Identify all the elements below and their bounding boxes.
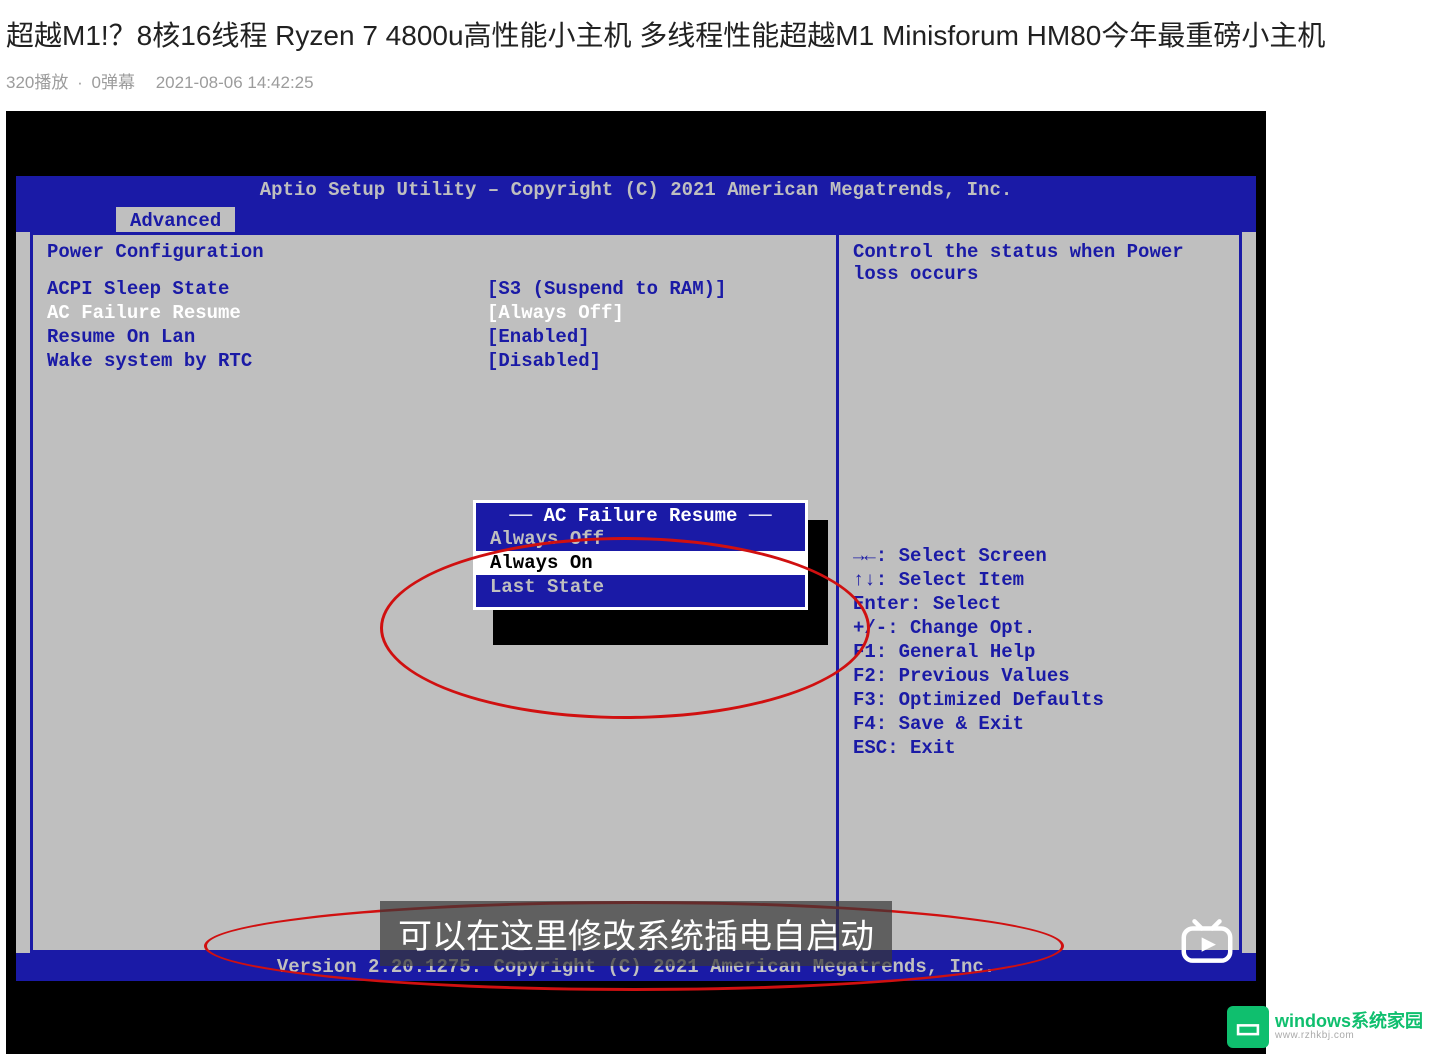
watermark: ▭ windows系统家园 www.rzhkbj.com [1227, 1006, 1423, 1048]
watermark-line1: windows系统家园 [1275, 1012, 1423, 1031]
popup-option[interactable]: Always Off [476, 527, 805, 551]
video-title: 超越M1!？8核16线程 Ryzen 7 4800u高性能小主机 多线程性能超越… [6, 14, 1431, 54]
ac-failure-popup: ── AC Failure Resume ── Always OffAlways… [473, 500, 808, 610]
bios-tabbar: Advanced [16, 204, 1256, 232]
bios-option-row[interactable]: AC Failure Resume[Always Off] [47, 301, 822, 325]
bios-option-label: Resume On Lan [47, 326, 487, 348]
watermark-logo-icon: ▭ [1227, 1006, 1269, 1048]
bios-left-pane: Power Configuration ACPI Sleep State[S3 … [33, 235, 839, 950]
video-player[interactable]: Aptio Setup Utility – Copyright (C) 2021… [6, 111, 1266, 1054]
bios-option-description: Control the status when Power loss occur… [853, 241, 1225, 285]
danmu-count: 0弹幕 [92, 73, 135, 92]
video-subtitle: 可以在这里修改系统插电自启动 [380, 901, 892, 966]
popup-option[interactable]: Last State [476, 575, 805, 599]
bios-option-row[interactable]: Wake system by RTC[Disabled] [47, 349, 822, 373]
bios-option-value: [Disabled] [487, 350, 601, 372]
bios-help-line: F4: Save & Exit [853, 713, 1225, 737]
bios-header: Aptio Setup Utility – Copyright (C) 2021… [16, 176, 1256, 204]
video-meta: 320播放 · 0弹幕 2021-08-06 14:42:25 [6, 68, 1431, 93]
upload-time: 2021-08-06 14:42:25 [156, 73, 314, 92]
bios-option-row[interactable]: ACPI Sleep State[S3 (Suspend to RAM)] [47, 277, 822, 301]
watermark-line2: www.rzhkbj.com [1275, 1031, 1423, 1042]
bios-help-line: ↑↓: Select Item [853, 569, 1225, 593]
bilibili-tv-icon[interactable] [1178, 916, 1236, 966]
bios-option-value: [S3 (Suspend to RAM)] [487, 278, 726, 300]
bios-section-title: Power Configuration [47, 241, 822, 263]
bios-option-label: ACPI Sleep State [47, 278, 487, 300]
bios-help-line: Enter: Select [853, 593, 1225, 617]
bios-screen: Aptio Setup Utility – Copyright (C) 2021… [16, 176, 1256, 981]
bios-help-line: →←: Select Screen [853, 545, 1225, 569]
bios-tab-advanced[interactable]: Advanced [116, 207, 235, 232]
plays-count: 320播放 [6, 73, 68, 92]
bios-option-row[interactable]: Resume On Lan[Enabled] [47, 325, 822, 349]
bios-help-line: F1: General Help [853, 641, 1225, 665]
bios-help-line: ESC: Exit [853, 737, 1225, 761]
meta-sep: · [77, 73, 83, 92]
bios-help-line: F3: Optimized Defaults [853, 689, 1225, 713]
bios-option-value: [Always Off] [487, 302, 624, 324]
bios-option-value: [Enabled] [487, 326, 590, 348]
bios-help-block: →←: Select Screen↑↓: Select ItemEnter: S… [853, 545, 1225, 761]
bios-right-pane: Control the status when Power loss occur… [839, 235, 1239, 950]
bios-help-line: F2: Previous Values [853, 665, 1225, 689]
popup-option[interactable]: Always On [476, 551, 805, 575]
bios-help-line: +/-: Change Opt. [853, 617, 1225, 641]
bios-option-label: AC Failure Resume [47, 302, 487, 324]
popup-title: ── AC Failure Resume ── [476, 505, 805, 527]
bios-option-label: Wake system by RTC [47, 350, 487, 372]
